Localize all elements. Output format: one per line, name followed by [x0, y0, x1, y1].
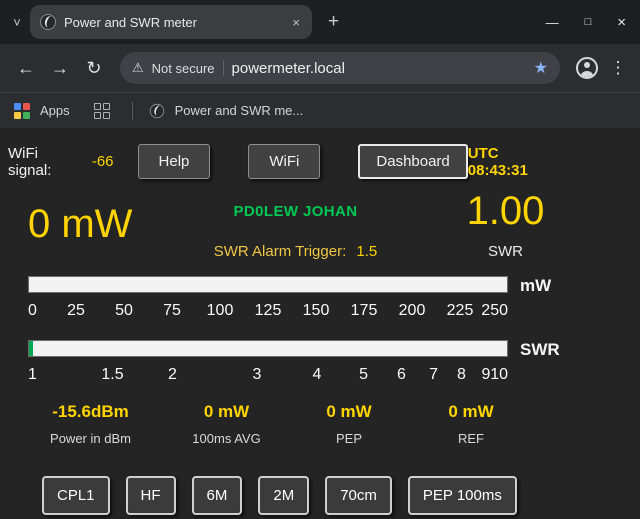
- wifi-signal-value: -66: [92, 153, 114, 170]
- meter-tick: 150: [303, 302, 330, 320]
- forward-icon[interactable]: →: [46, 58, 74, 79]
- url-text[interactable]: powermeter.local: [232, 60, 526, 77]
- swr-meter-fill: [29, 341, 33, 356]
- readout-label: 100ms AVG: [163, 431, 290, 446]
- meter-tick: 10: [490, 366, 508, 384]
- meter-tick: 225: [447, 302, 474, 320]
- browser-menu-icon[interactable]: ⋮: [608, 58, 628, 78]
- browser-window: ˅ Power and SWR meter × + — □ × ← → ↻ ⚠ …: [0, 0, 640, 519]
- meter-tick: 5: [359, 366, 368, 384]
- wifi-signal-label: WiFi signal:: [8, 145, 85, 179]
- swr-alarm-label: SWR Alarm Trigger:: [214, 243, 347, 260]
- swr-caption: SWR: [413, 243, 598, 260]
- mw-meter-track: [28, 276, 508, 293]
- meter-tick: 25: [67, 302, 85, 320]
- bookmark-star-icon[interactable]: ★: [534, 58, 548, 78]
- meter-tick: 8: [457, 366, 466, 384]
- callsign: PD0LEW JOHAN: [178, 203, 413, 220]
- readout-value: -15.6dBm: [18, 402, 163, 422]
- meter-tick: 200: [399, 302, 426, 320]
- 6m-button[interactable]: 6M: [192, 476, 243, 515]
- 2m-button[interactable]: 2M: [258, 476, 309, 515]
- power-meter-page: WiFi signal: -66 Help WiFi Dashboard UTC…: [0, 128, 640, 519]
- reload-icon[interactable]: ↻: [80, 58, 108, 79]
- meter-tick: 0: [28, 302, 37, 320]
- utc-clock: UTC 08:43:31: [468, 145, 562, 179]
- swr-meter-scale: 1 1.5 2 3 4 5 6 7 8 9 10: [28, 364, 508, 388]
- grid-icon[interactable]: [94, 103, 110, 119]
- swr-value-big: 1.00: [413, 189, 598, 234]
- meter-tick: 3: [253, 366, 262, 384]
- readouts-row: -15.6dBm Power in dBm 0 mW 100ms AVG 0 m…: [18, 402, 640, 446]
- tab-strip: ˅ Power and SWR meter × + — □ ×: [0, 0, 640, 44]
- back-icon[interactable]: ←: [12, 58, 40, 79]
- window-controls: — □ ×: [546, 0, 626, 44]
- meter-tick: 125: [255, 302, 282, 320]
- apps-grid-icon[interactable]: [14, 103, 30, 119]
- power-value-big: 0 mW: [28, 202, 178, 247]
- apps-label[interactable]: Apps: [40, 103, 70, 118]
- not-secure-warning-icon[interactable]: ⚠: [132, 60, 144, 76]
- meter-tick: 4: [313, 366, 322, 384]
- address-bar[interactable]: ⚠ Not secure powermeter.local ★: [120, 52, 560, 84]
- swr-alarm-value: 1.5: [356, 243, 377, 260]
- minimize-button[interactable]: —: [546, 15, 559, 30]
- tab-close-icon[interactable]: ×: [290, 15, 302, 30]
- help-button[interactable]: Help: [138, 144, 211, 179]
- meter-tick: 6: [397, 366, 406, 384]
- swr-alarm-line: SWR Alarm Trigger: 1.5: [178, 243, 413, 260]
- mw-meter-scale: 0 25 50 75 100 125 150 175 200 225 250: [28, 300, 508, 324]
- meter-tick: 175: [351, 302, 378, 320]
- profile-avatar-icon[interactable]: [576, 57, 598, 79]
- browser-toolbar: ← → ↻ ⚠ Not secure powermeter.local ★ ⋮: [0, 44, 640, 92]
- meter-tick: 1: [28, 366, 37, 384]
- swr-meter: SWR 1 1.5 2 3 4 5 6 7 8 9 10: [28, 340, 566, 388]
- meter-tick: 100: [207, 302, 234, 320]
- meter-tick: 75: [163, 302, 181, 320]
- meter-tick: 1.5: [101, 366, 123, 384]
- readout-avg: 0 mW 100ms AVG: [163, 402, 290, 446]
- readout-value: 0 mW: [163, 402, 290, 422]
- mw-meter: mW 0 25 50 75 100 125 150 175 200 225 25…: [28, 276, 566, 324]
- 70cm-button[interactable]: 70cm: [325, 476, 392, 515]
- browser-tab[interactable]: Power and SWR meter ×: [30, 5, 312, 39]
- bookmark-favicon-icon: [149, 103, 163, 117]
- mode-buttons-row: CPL1 HF 6M 2M 70cm PEP 100ms: [42, 476, 640, 515]
- window-close-button[interactable]: ×: [617, 14, 626, 31]
- main-readings: 0 mW PD0LEW JOHAN 1.00 SWR Alarm Trigger…: [28, 189, 640, 260]
- readout-label: PEP: [290, 431, 408, 446]
- meter-tick: 2: [168, 366, 177, 384]
- readout-pep: 0 mW PEP: [290, 402, 408, 446]
- status-row: WiFi signal: -66 Help WiFi Dashboard UTC…: [8, 144, 640, 179]
- mw-meter-unit: mW: [508, 276, 566, 296]
- new-tab-button[interactable]: +: [328, 11, 339, 33]
- readout-label: Power in dBm: [18, 431, 163, 446]
- readout-ref: 0 mW REF: [408, 402, 534, 446]
- site-favicon-icon: [40, 14, 56, 30]
- maximize-button[interactable]: □: [585, 16, 592, 28]
- bookmark-power-meter[interactable]: Power and SWR me...: [175, 103, 304, 118]
- pep-100ms-button[interactable]: PEP 100ms: [408, 476, 517, 515]
- meter-tick: 9: [481, 366, 490, 384]
- bookmarks-bar: Apps Power and SWR me...: [0, 92, 640, 128]
- meter-tick: 7: [429, 366, 438, 384]
- chip-separator: [223, 60, 224, 76]
- tab-title: Power and SWR meter: [64, 15, 282, 30]
- meter-tick: 50: [115, 302, 133, 320]
- tab-search-chevron-icon[interactable]: ˅: [8, 15, 26, 30]
- readout-dbm: -15.6dBm Power in dBm: [18, 402, 163, 446]
- meter-tick: 250: [481, 302, 508, 320]
- readout-value: 0 mW: [290, 402, 408, 422]
- readout-value: 0 mW: [408, 402, 534, 422]
- hf-button[interactable]: HF: [126, 476, 176, 515]
- swr-meter-unit: SWR: [508, 340, 566, 360]
- cpl1-button[interactable]: CPL1: [42, 476, 110, 515]
- wifi-button[interactable]: WiFi: [248, 144, 320, 179]
- swr-meter-track: [28, 340, 508, 357]
- security-chip[interactable]: Not secure: [152, 61, 215, 76]
- dashboard-button[interactable]: Dashboard: [358, 144, 467, 179]
- bookmarks-separator: [132, 102, 133, 120]
- readout-label: REF: [408, 431, 534, 446]
